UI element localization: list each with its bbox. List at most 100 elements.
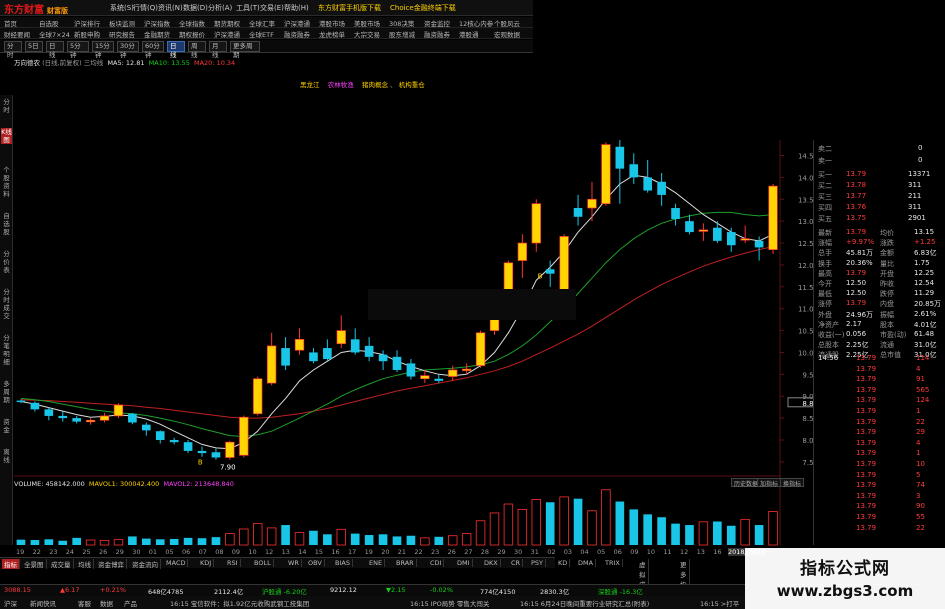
- volume-bar[interactable]: [183, 537, 193, 545]
- candle-body[interactable]: [657, 181, 666, 195]
- indicator-tab[interactable]: 资金流向: [130, 559, 161, 569]
- volume-bar[interactable]: [503, 503, 514, 546]
- volume-bar[interactable]: [517, 508, 528, 546]
- candle-body[interactable]: [768, 185, 778, 250]
- volume-bar[interactable]: [350, 533, 360, 545]
- candle-body[interactable]: [448, 369, 458, 377]
- candle-body[interactable]: [44, 409, 54, 416]
- volume-bar[interactable]: [16, 539, 26, 545]
- indicator-tab[interactable]: BIAS: [333, 559, 353, 567]
- candle-body[interactable]: [698, 229, 709, 232]
- indicator-tab[interactable]: WR: [286, 559, 302, 567]
- candle-body[interactable]: [294, 338, 305, 351]
- candle-body[interactable]: [85, 419, 96, 423]
- volume-bar[interactable]: [657, 517, 666, 545]
- candle-body[interactable]: [517, 242, 528, 261]
- volume-bar[interactable]: [155, 539, 165, 545]
- indicator-tab[interactable]: CDI: [428, 559, 445, 567]
- volume-bar[interactable]: [225, 533, 235, 546]
- candle-body[interactable]: [378, 354, 388, 362]
- volume-bar[interactable]: [406, 535, 416, 545]
- volume-bar[interactable]: [141, 538, 151, 545]
- indicator-tab[interactable]: BOLL: [252, 559, 274, 567]
- news-item[interactable]: 16:15 宝信软件：拟1.92亿元收购武钢工技集团: [170, 598, 309, 608]
- indicator-tab[interactable]: KDJ: [198, 559, 215, 567]
- indicator-tab[interactable]: 资金博弈: [96, 559, 127, 569]
- candle-body[interactable]: [531, 203, 541, 244]
- news-item[interactable]: 数据: [100, 598, 113, 608]
- candle-body[interactable]: [364, 345, 374, 357]
- volume-bar[interactable]: [559, 496, 569, 546]
- candle-body[interactable]: [30, 402, 40, 410]
- volume-bar[interactable]: [531, 498, 541, 546]
- indicator-tab[interactable]: ENE: [367, 559, 386, 567]
- indicator-tab[interactable]: DMI: [455, 559, 473, 567]
- candle-body[interactable]: [545, 269, 555, 274]
- news-item[interactable]: 客服: [78, 598, 91, 608]
- volume-bar[interactable]: [378, 534, 388, 545]
- candle-body[interactable]: [155, 431, 165, 440]
- candle-body[interactable]: [713, 227, 722, 241]
- indicator-tab[interactable]: OBV: [306, 559, 325, 567]
- volume-bar[interactable]: [726, 525, 736, 545]
- indicator-tab[interactable]: 全景图: [22, 559, 47, 569]
- candle-body[interactable]: [336, 330, 346, 345]
- news-item[interactable]: 16:15 >打平: [700, 598, 739, 608]
- volume-bar[interactable]: [266, 527, 277, 546]
- candle-body[interactable]: [434, 378, 444, 381]
- volume-bar[interactable]: [253, 523, 263, 546]
- volume-bar[interactable]: [58, 540, 68, 545]
- indicator-tab[interactable]: 均线: [76, 559, 94, 569]
- volume-bar[interactable]: [364, 535, 374, 545]
- volume-bar[interactable]: [85, 539, 96, 546]
- indicator-tab[interactable]: KD: [556, 559, 571, 567]
- candle-body[interactable]: [113, 404, 124, 417]
- candle-body[interactable]: [461, 368, 472, 371]
- volume-bar[interactable]: [294, 532, 305, 546]
- candle-body[interactable]: [629, 164, 639, 178]
- candle-body[interactable]: [72, 418, 81, 422]
- volume-bar[interactable]: [336, 528, 347, 546]
- candle-body[interactable]: [58, 415, 68, 419]
- volume-bar[interactable]: [44, 539, 54, 545]
- candle-body[interactable]: [128, 413, 137, 423]
- candle-body[interactable]: [587, 198, 597, 209]
- candle-body[interactable]: [141, 424, 151, 431]
- volume-bar[interactable]: [475, 520, 486, 546]
- candle-body[interactable]: [253, 378, 263, 415]
- volume-tool-button[interactable]: 加指标: [757, 478, 782, 488]
- volume-bar[interactable]: [573, 498, 583, 545]
- volume-bar[interactable]: [643, 514, 653, 545]
- news-item[interactable]: 16:15 6月24日晚间重要行业研究汇总(附表): [520, 598, 649, 608]
- volume-bar[interactable]: [281, 525, 290, 545]
- candle-body[interactable]: [671, 208, 680, 219]
- candle-body[interactable]: [309, 352, 318, 362]
- indicator-tab[interactable]: DKX: [482, 559, 501, 567]
- candle-body[interactable]: [475, 332, 486, 366]
- volume-bar[interactable]: [99, 539, 110, 546]
- news-item[interactable]: 新闻快讯: [30, 598, 56, 608]
- news-item[interactable]: 产品: [124, 598, 137, 608]
- indicator-tab[interactable]: MACD: [164, 559, 189, 567]
- volume-bar[interactable]: [211, 537, 221, 545]
- volume-bar[interactable]: [72, 537, 81, 545]
- volume-bar[interactable]: [629, 509, 639, 545]
- candle-body[interactable]: [601, 144, 611, 204]
- volume-bar[interactable]: [461, 533, 472, 546]
- volume-bar[interactable]: [30, 540, 40, 545]
- volume-bar[interactable]: [587, 510, 597, 546]
- volume-bar[interactable]: [615, 501, 625, 545]
- indicator-tab[interactable]: RSI: [225, 559, 241, 567]
- candle-body[interactable]: [183, 442, 193, 451]
- volume-bar[interactable]: [239, 528, 249, 546]
- indicator-tab[interactable]: BRAR: [394, 559, 417, 567]
- indicator-tab[interactable]: 指标: [2, 559, 20, 569]
- candle-body[interactable]: [406, 363, 416, 377]
- volume-bar[interactable]: [601, 489, 611, 546]
- volume-bar[interactable]: [768, 511, 778, 546]
- volume-bar[interactable]: [545, 502, 555, 545]
- indicator-tab[interactable]: 成交量: [49, 559, 74, 569]
- volume-bar[interactable]: [420, 537, 430, 546]
- volume-bar[interactable]: [447, 535, 458, 546]
- candle-body[interactable]: [420, 375, 430, 380]
